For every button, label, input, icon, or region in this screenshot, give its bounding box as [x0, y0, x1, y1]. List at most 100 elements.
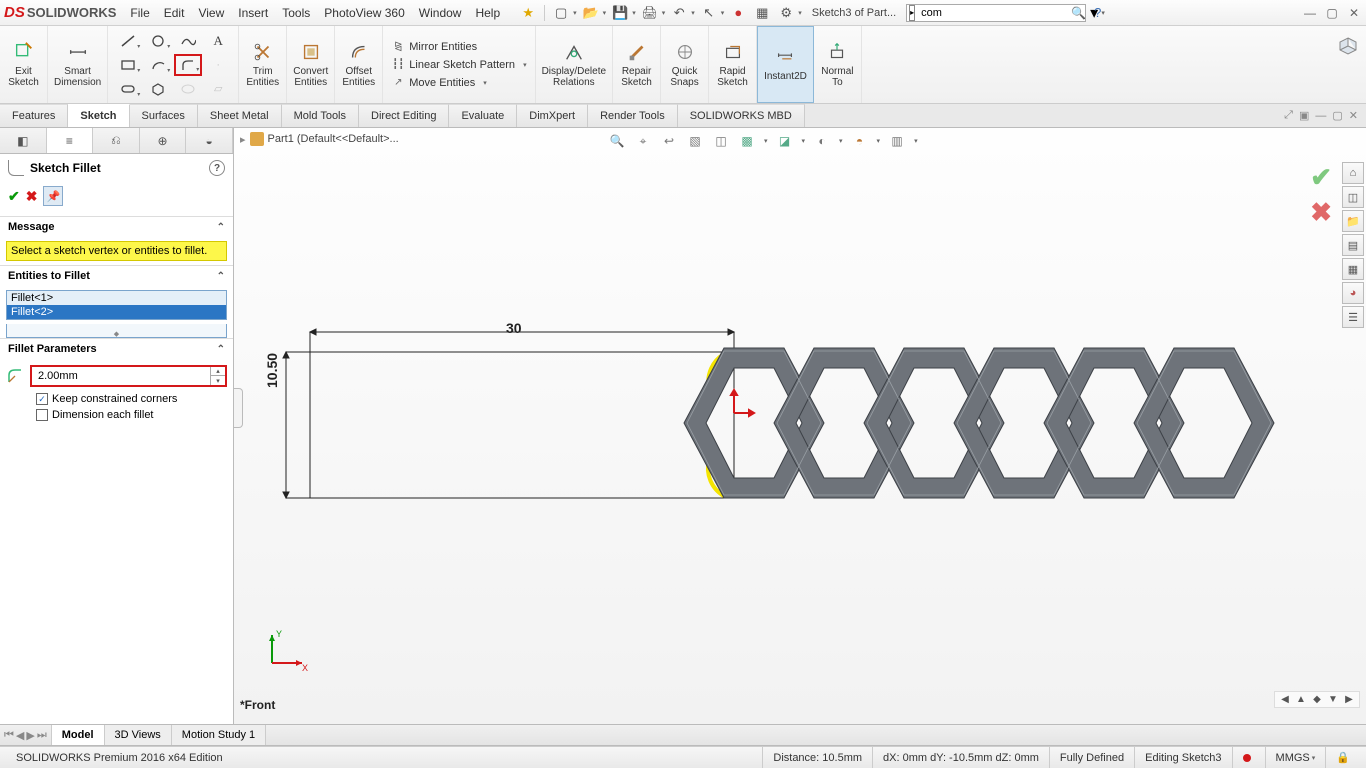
line-tool[interactable]: ▾: [114, 30, 142, 52]
entity-row[interactable]: Fillet<1>: [7, 291, 226, 305]
linear-pattern[interactable]: ┇┇Linear Sketch Pattern▾: [391, 58, 526, 72]
polygon-tool[interactable]: [144, 78, 172, 100]
menu-photoview[interactable]: PhotoView 360: [324, 6, 405, 20]
instant2d-button[interactable]: Instant2D: [757, 26, 814, 103]
rapid-sketch-button[interactable]: Rapid Sketch: [709, 26, 757, 103]
settings-gear-icon[interactable]: ⚙: [776, 3, 796, 23]
slot-tool[interactable]: ▾: [114, 78, 142, 100]
menu-view[interactable]: View: [198, 6, 224, 20]
zoom-fit-icon[interactable]: 🔍: [608, 132, 626, 150]
pm-tab-display-manager[interactable]: ◒: [186, 128, 233, 153]
pane-close-icon[interactable]: ✕: [1349, 109, 1358, 122]
ellipse-tool[interactable]: [174, 78, 202, 100]
params-header[interactable]: Fillet Parameters⌃: [0, 339, 233, 359]
pane-restore-icon[interactable]: ▢: [1332, 109, 1342, 122]
dim-each-checkbox[interactable]: [36, 409, 48, 421]
section-view-icon[interactable]: ▧: [686, 132, 704, 150]
pm-ok-button[interactable]: ✔: [8, 188, 20, 205]
btab-model[interactable]: Model: [52, 725, 105, 745]
hide-show-icon[interactable]: ◪: [776, 132, 794, 150]
quick-snaps-button[interactable]: Quick Snaps: [661, 26, 709, 103]
pm-pushpin-button[interactable]: 📌: [43, 186, 63, 206]
home-icon[interactable]: ⌂: [1342, 162, 1364, 184]
popout-icon[interactable]: ⤢: [1284, 109, 1293, 122]
edit-appearance-icon[interactable]: ◐: [813, 132, 831, 150]
status-lock[interactable]: 🔒: [1325, 747, 1360, 768]
offset-entities-button[interactable]: Offset Entities: [335, 26, 383, 103]
options-grid-icon[interactable]: ▦: [752, 3, 772, 23]
menu-insert[interactable]: Insert: [238, 6, 268, 20]
pm-tab-feature-manager[interactable]: ◧: [0, 128, 47, 153]
nav-right-icon[interactable]: ▶: [1343, 694, 1355, 705]
search-prefix-icon[interactable]: ▸: [909, 5, 915, 21]
view-settings-icon[interactable]: ▥: [888, 132, 906, 150]
search-icon[interactable]: 🔍: [1071, 6, 1086, 20]
pm-cancel-button[interactable]: ✖: [26, 188, 38, 205]
tab-render-tools[interactable]: Render Tools: [588, 104, 678, 127]
entities-list[interactable]: Fillet<1> Fillet<2>: [6, 290, 227, 320]
view-orientation-icon[interactable]: ◫: [712, 132, 730, 150]
keep-corners-row[interactable]: ✓ Keep constrained corners: [36, 393, 225, 405]
file-explorer-icon[interactable]: ▤: [1342, 234, 1364, 256]
maximize-button[interactable]: ▢: [1324, 6, 1340, 20]
dim-vertical[interactable]: 10.50: [264, 353, 280, 388]
feature-breadcrumb[interactable]: ▸ Part1 (Default<<Default>...: [240, 132, 399, 146]
tab-dimxpert[interactable]: DimXpert: [517, 104, 588, 127]
pm-tab-property-manager[interactable]: ≡: [47, 128, 94, 153]
tile-icon[interactable]: ▣: [1299, 109, 1309, 122]
nav-left-icon[interactable]: ◀: [1279, 694, 1291, 705]
display-style-icon[interactable]: ▩: [738, 132, 756, 150]
print-icon[interactable]: 🖨: [640, 3, 660, 23]
text-tool[interactable]: A: [204, 30, 232, 52]
save-icon[interactable]: 💾: [610, 3, 630, 23]
keep-corners-checkbox[interactable]: ✓: [36, 393, 48, 405]
message-header[interactable]: Message⌃: [0, 217, 233, 237]
confirm-cancel-icon[interactable]: ✖: [1310, 197, 1332, 228]
zoom-area-icon[interactable]: ⌖: [634, 132, 652, 150]
convert-entities-button[interactable]: Convert Entities: [287, 26, 335, 103]
tab-sheet-metal[interactable]: Sheet Metal: [198, 104, 282, 127]
tab-direct-editing[interactable]: Direct Editing: [359, 104, 449, 127]
undo-icon[interactable]: ↶: [669, 3, 689, 23]
pm-tab-config-manager[interactable]: ⎌: [93, 128, 140, 153]
tab-surfaces[interactable]: Surfaces: [130, 104, 198, 127]
view-palette-icon[interactable]: ▦: [1342, 258, 1364, 280]
sketch-fillet-tool[interactable]: ▾: [174, 54, 202, 76]
pane-minimize-icon[interactable]: —: [1315, 110, 1326, 122]
spline-tool[interactable]: [174, 30, 202, 52]
dim-horizontal[interactable]: 30: [506, 320, 522, 336]
nav-target-icon[interactable]: ◆: [1311, 694, 1323, 705]
nav-up-icon[interactable]: ▲: [1295, 694, 1307, 705]
graphics-area[interactable]: ▸ Part1 (Default<<Default>... 🔍 ⌖ ↩ ▧ ◫ …: [234, 128, 1366, 724]
star-icon[interactable]: ★: [518, 3, 538, 23]
orientation-icon[interactable]: [1336, 34, 1360, 63]
help-icon[interactable]: ?: [1094, 5, 1101, 20]
menu-file[interactable]: File: [130, 6, 149, 20]
btab-motion-study[interactable]: Motion Study 1: [172, 725, 266, 745]
exit-sketch-button[interactable]: Exit Sketch: [0, 26, 48, 103]
radius-input[interactable]: [32, 370, 210, 382]
btab-3dviews[interactable]: 3D Views: [105, 725, 172, 745]
move-entities[interactable]: ↗Move Entities▾: [391, 76, 526, 90]
normal-to-button[interactable]: Normal To: [814, 26, 862, 103]
panel-pull-handle[interactable]: [234, 388, 243, 428]
display-relations-button[interactable]: Display/Delete Relations: [536, 26, 613, 103]
appearances-icon[interactable]: ◕: [1342, 282, 1364, 304]
pm-help-icon[interactable]: ?: [209, 160, 225, 176]
status-rebuild[interactable]: [1232, 747, 1265, 768]
tab-mbd[interactable]: SOLIDWORKS MBD: [678, 104, 805, 127]
entities-header[interactable]: Entities to Fillet⌃: [0, 266, 233, 286]
rectangle-tool[interactable]: ▾: [114, 54, 142, 76]
resources-icon[interactable]: ◫: [1342, 186, 1364, 208]
tab-sketch[interactable]: Sketch: [68, 104, 129, 127]
select-icon[interactable]: ↖: [699, 3, 719, 23]
minimize-button[interactable]: —: [1302, 6, 1318, 20]
new-icon[interactable]: ▢: [551, 3, 571, 23]
open-icon[interactable]: 📂: [581, 3, 601, 23]
plane-tool[interactable]: ▱: [204, 78, 232, 100]
rebuild-icon[interactable]: ●: [728, 3, 748, 23]
tab-features[interactable]: Features: [0, 104, 68, 127]
trim-entities-button[interactable]: Trim Entities: [239, 26, 287, 103]
arc-tool[interactable]: ▾: [144, 54, 172, 76]
mirror-entities[interactable]: ⧎Mirror Entities: [391, 40, 526, 54]
